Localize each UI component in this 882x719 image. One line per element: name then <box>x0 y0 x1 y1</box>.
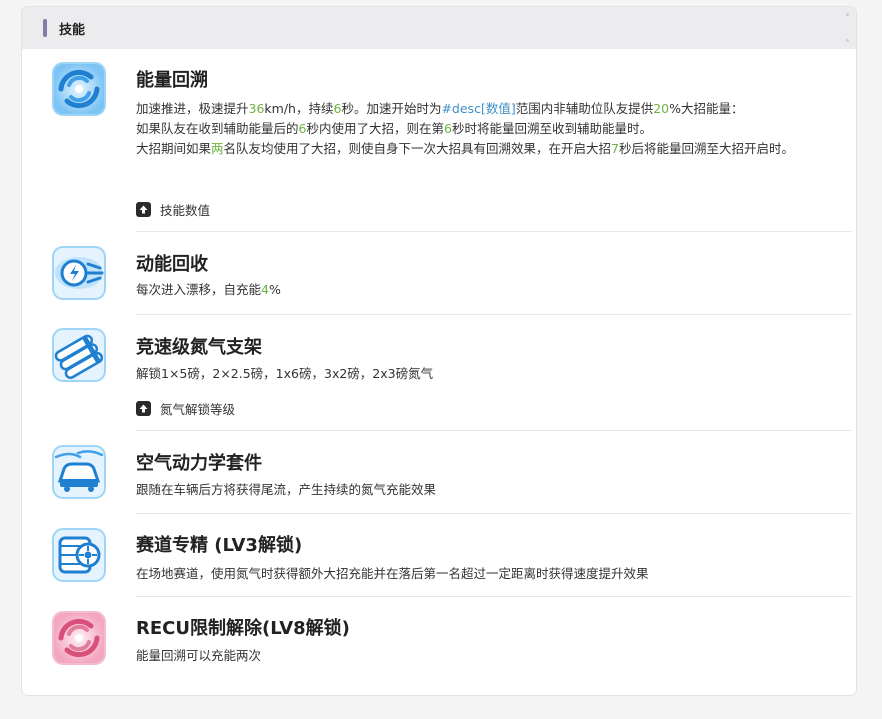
divider <box>136 430 852 431</box>
skill-description: 加速推进，极速提升36km/h，持续6秒。加速开始时为#desc[数值]范围内非… <box>136 101 795 156</box>
divider <box>136 314 852 315</box>
skill-title: 空气动力学套件 <box>136 453 262 474</box>
arrow-up-icon <box>136 202 151 217</box>
tire-icon <box>52 528 106 582</box>
divider <box>136 231 852 232</box>
vortex-icon <box>52 62 106 116</box>
nitro-unlock-toggle[interactable]: 氮气解锁等级 <box>136 399 235 418</box>
skill-description: 能量回溯可以充能两次 <box>136 648 262 663</box>
aero-car-icon <box>52 445 106 499</box>
skill-title: 赛道专精 (LV3解锁) <box>136 535 303 556</box>
divider <box>136 513 852 514</box>
skill-description: 每次进入漂移，自充能4% <box>136 282 281 297</box>
divider <box>136 596 852 597</box>
skill-description: 解锁1×5磅，2×2.5磅，1x6磅，3x2磅，2x3磅氮气 <box>136 366 434 381</box>
header-accent-bar <box>43 19 47 37</box>
arrow-up-icon <box>136 401 151 416</box>
nitro-tanks-icon <box>52 328 106 382</box>
desc-value-link: #desc[数值] <box>441 101 516 116</box>
energy-wheel-icon <box>52 246 106 300</box>
card-title: 技能 <box>59 22 86 38</box>
card-header: 技能 <box>22 7 856 49</box>
skill-description: 在场地赛道，使用氮气时获得额外大招充能并在落后第一名超过一定距离时获得速度提升效… <box>136 566 649 581</box>
skill-title: 动能回收 <box>136 254 208 275</box>
skill-title: 竞速级氮气支架 <box>136 337 262 358</box>
skill-description: 跟随在车辆后方将获得尾流，产生持续的氮气充能效果 <box>136 482 437 497</box>
vortex-pink-icon <box>52 611 106 665</box>
skills-card: 技能 能量回溯 加速推进，极速提升36km/h，持续6秒。加速开始时为#desc… <box>21 6 857 696</box>
skill-title: RECU限制解除(LV8解锁) <box>136 618 350 639</box>
skill-title: 能量回溯 <box>136 70 208 91</box>
header-scroll-dots <box>846 13 850 43</box>
skill-values-toggle[interactable]: 技能数值 <box>136 200 210 219</box>
